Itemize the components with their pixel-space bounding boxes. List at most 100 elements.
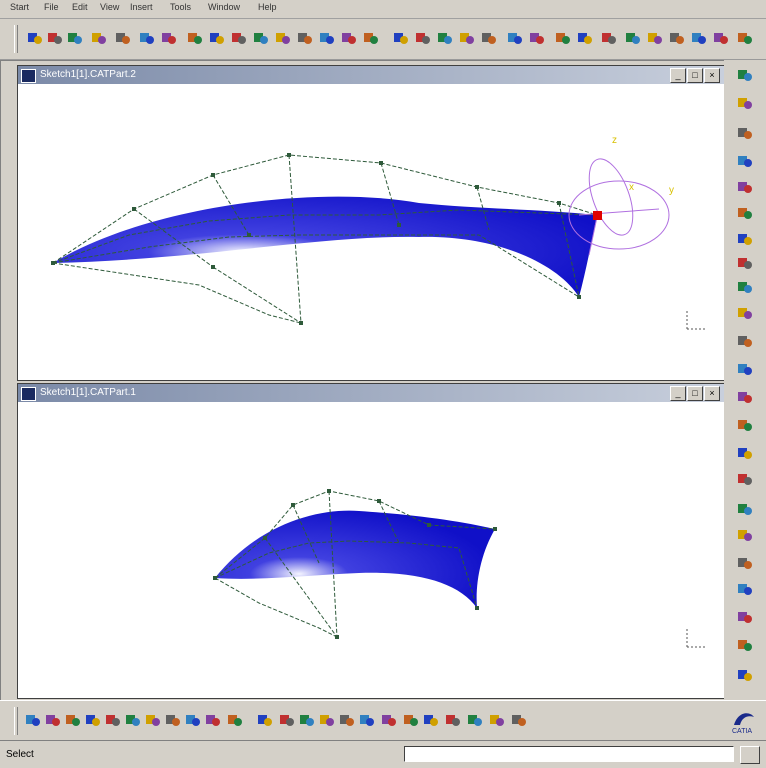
view-tool-icon[interactable]: [510, 711, 528, 729]
window-titlebar[interactable]: Sketch1[1].CATPart.2 _ □ ×: [18, 66, 724, 84]
view-tool-icon[interactable]: [144, 711, 162, 729]
view-tool-icon[interactable]: [44, 711, 62, 729]
workbench-tool-icon[interactable]: [736, 66, 754, 84]
view-tool-icon[interactable]: [380, 711, 398, 729]
view-tool-icon[interactable]: [278, 711, 296, 729]
view-tool-icon[interactable]: [204, 711, 222, 729]
menu-window[interactable]: Window: [208, 2, 240, 12]
view-tool-icon[interactable]: [338, 711, 356, 729]
workbench-tool-icon[interactable]: [736, 416, 754, 434]
workbench-tool-icon[interactable]: [736, 124, 754, 142]
menu-insert[interactable]: Insert: [130, 2, 153, 12]
toolbar-tool-icon[interactable]: [186, 29, 204, 47]
view-tool-icon[interactable]: [64, 711, 82, 729]
maximize-button[interactable]: □: [687, 68, 703, 83]
minimize-button[interactable]: _: [670, 68, 686, 83]
toolbar-tool-icon[interactable]: [480, 29, 498, 47]
view-tool-icon[interactable]: [84, 711, 102, 729]
command-input[interactable]: [404, 746, 734, 762]
toolbar-tool-icon[interactable]: [576, 29, 594, 47]
view-tool-icon[interactable]: [184, 711, 202, 729]
workbench-tool-icon[interactable]: [736, 178, 754, 196]
toolbar-tool-icon[interactable]: [362, 29, 380, 47]
view-tool-icon[interactable]: [164, 711, 182, 729]
toolbar-tool-icon[interactable]: [230, 29, 248, 47]
toolbar-tool-icon[interactable]: [46, 29, 64, 47]
toolbar-tool-icon[interactable]: [66, 29, 84, 47]
workbench-tool-icon[interactable]: [736, 204, 754, 222]
view-tool-icon[interactable]: [298, 711, 316, 729]
toolbar-grip[interactable]: [14, 25, 18, 53]
close-button[interactable]: ×: [704, 386, 720, 401]
window-titlebar[interactable]: Sketch1[1].CATPart.1 _ □ ×: [18, 384, 724, 402]
toolbar-tool-icon[interactable]: [160, 29, 178, 47]
view-tool-icon[interactable]: [488, 711, 506, 729]
menu-file[interactable]: File: [44, 2, 59, 12]
compass-manipulator[interactable]: [568, 153, 670, 256]
menu-edit[interactable]: Edit: [72, 2, 88, 12]
toolbar-tool-icon[interactable]: [414, 29, 432, 47]
toolbar-tool-icon[interactable]: [736, 29, 754, 47]
toolbar-tool-icon[interactable]: [90, 29, 108, 47]
toolbar-tool-icon[interactable]: [318, 29, 336, 47]
toolbar-tool-icon[interactable]: [554, 29, 572, 47]
command-history-button[interactable]: [740, 746, 760, 764]
view-tool-icon[interactable]: [226, 711, 244, 729]
workbench-tool-icon[interactable]: [736, 500, 754, 518]
toolbar-grip[interactable]: [14, 707, 18, 735]
3d-viewport[interactable]: [19, 403, 723, 697]
workbench-tool-icon[interactable]: [736, 608, 754, 626]
menu-help[interactable]: Help: [258, 2, 277, 12]
view-tool-icon[interactable]: [358, 711, 376, 729]
workbench-tool-icon[interactable]: [736, 230, 754, 248]
view-tool-icon[interactable]: [318, 711, 336, 729]
view-tool-icon[interactable]: [124, 711, 142, 729]
maximize-button[interactable]: □: [687, 386, 703, 401]
viewer-window-2[interactable]: Sketch1[1].CATPart.2 _ □ × z x y: [17, 65, 725, 381]
workbench-tool-icon[interactable]: [736, 636, 754, 654]
view-tool-icon[interactable]: [24, 711, 42, 729]
toolbar-tool-icon[interactable]: [252, 29, 270, 47]
workbench-tool-icon[interactable]: [736, 304, 754, 322]
toolbar-tool-icon[interactable]: [528, 29, 546, 47]
toolbar-tool-icon[interactable]: [296, 29, 314, 47]
view-tool-icon[interactable]: [256, 711, 274, 729]
toolbar-tool-icon[interactable]: [624, 29, 642, 47]
toolbar-tool-icon[interactable]: [712, 29, 730, 47]
workbench-tool-icon[interactable]: [736, 94, 754, 112]
close-button[interactable]: ×: [704, 68, 720, 83]
workbench-tool-icon[interactable]: [736, 254, 754, 272]
workbench-tool-icon[interactable]: [736, 152, 754, 170]
view-tool-icon[interactable]: [104, 711, 122, 729]
workbench-tool-icon[interactable]: [736, 666, 754, 684]
toolbar-tool-icon[interactable]: [114, 29, 132, 47]
workbench-tool-icon[interactable]: [736, 470, 754, 488]
surface-patch[interactable]: [215, 510, 495, 608]
viewer-window-1[interactable]: Sketch1[1].CATPart.1 _ □ ×: [17, 383, 725, 699]
minimize-button[interactable]: _: [670, 386, 686, 401]
toolbar-tool-icon[interactable]: [458, 29, 476, 47]
workbench-tool-icon[interactable]: [736, 360, 754, 378]
view-tool-icon[interactable]: [422, 711, 440, 729]
workbench-tool-icon[interactable]: [736, 278, 754, 296]
toolbar-tool-icon[interactable]: [208, 29, 226, 47]
toolbar-tool-icon[interactable]: [600, 29, 618, 47]
toolbar-tool-icon[interactable]: [690, 29, 708, 47]
workbench-tool-icon[interactable]: [736, 580, 754, 598]
workbench-tool-icon[interactable]: [736, 526, 754, 544]
workbench-tool-icon[interactable]: [736, 554, 754, 572]
toolbar-tool-icon[interactable]: [392, 29, 410, 47]
3d-viewport[interactable]: z x y: [19, 85, 723, 379]
menu-tools[interactable]: Tools: [170, 2, 191, 12]
toolbar-tool-icon[interactable]: [274, 29, 292, 47]
toolbar-tool-icon[interactable]: [646, 29, 664, 47]
toolbar-tool-icon[interactable]: [506, 29, 524, 47]
menu-view[interactable]: View: [100, 2, 119, 12]
toolbar-tool-icon[interactable]: [138, 29, 156, 47]
view-tool-icon[interactable]: [402, 711, 420, 729]
workbench-tool-icon[interactable]: [736, 332, 754, 350]
workbench-tool-icon[interactable]: [736, 388, 754, 406]
toolbar-tool-icon[interactable]: [26, 29, 44, 47]
toolbar-tool-icon[interactable]: [436, 29, 454, 47]
toolbar-tool-icon[interactable]: [668, 29, 686, 47]
